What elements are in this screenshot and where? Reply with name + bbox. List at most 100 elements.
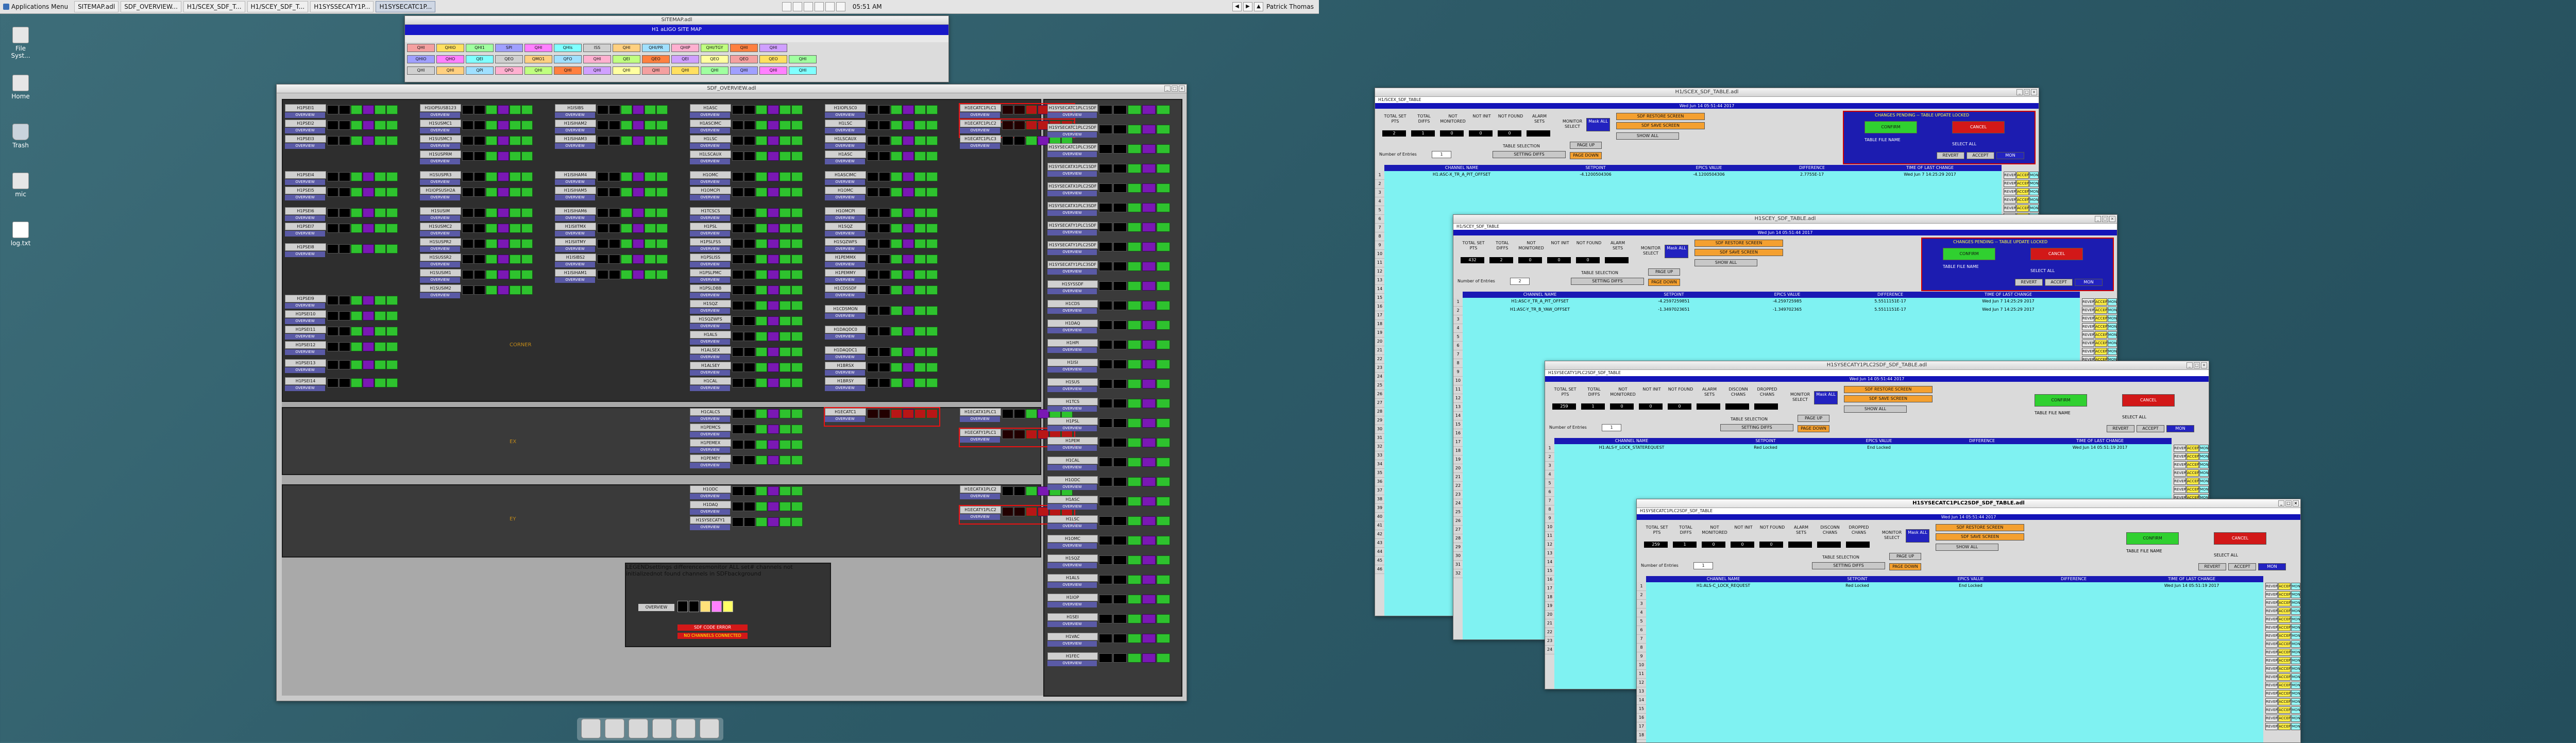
channel-overview-link[interactable]: OVERVIEW [1047,386,1097,392]
row-mon-button[interactable]: MON [2029,172,2039,179]
row-revert-button[interactable]: REVERT [2004,196,2018,204]
row-mon-button[interactable]: MON [2291,632,2300,639]
channel-name[interactable]: H1ALS [690,331,731,339]
channel-overview-link[interactable]: OVERVIEW [690,447,730,453]
select-all-accept-button[interactable]: ACCEPT [2137,425,2164,432]
restore-screen-button[interactable]: SDF RESTORE SCREEN [1694,240,1783,247]
channel-overview-link[interactable]: OVERVIEW [690,246,730,252]
row-accept-button[interactable]: ACCEPT [2278,640,2293,648]
channel-overview-link[interactable]: OVERVIEW [690,195,730,200]
channel-row[interactable]: H1PSEI3 OVERVIEW [285,135,399,153]
row-accept-button[interactable]: ACCEPT [2187,445,2201,452]
channel-overview-link[interactable]: OVERVIEW [285,318,325,324]
row-accept-button[interactable]: ACCEPT [2278,583,2293,590]
channel-row[interactable]: H1OMC OVERVIEW [690,171,804,189]
channel-row[interactable]: H1CDSSDF OVERVIEW [825,284,939,302]
channel-overview-link[interactable]: OVERVIEW [1047,269,1097,275]
channel-name[interactable]: H1LSC [1047,515,1098,523]
channel-row[interactable]: H1LSC OVERVIEW [690,135,804,153]
row-accept-button[interactable]: ACCEPT [2278,657,2293,664]
confirm-button[interactable]: CONFIRM [2035,394,2087,407]
channel-name[interactable]: H1CDSSDF [825,284,866,292]
channel-overview-link[interactable]: OVERVIEW [825,370,865,376]
channel-row[interactable]: H1SUSIM2 OVERVIEW [420,284,534,302]
channel-overview-link[interactable]: OVERVIEW [285,195,325,200]
channel-name[interactable]: H1SYSECATY1PLC1SDF [1047,222,1098,229]
row-accept-button[interactable]: ACCEPT [2278,616,2293,623]
sitemap-button[interactable]: QHI [583,55,611,63]
channel-row[interactable]: H1SQZWFS OVERVIEW [690,315,804,333]
channel-row[interactable]: H1PEMMY OVERVIEW [825,269,939,286]
row-mon-button[interactable]: MON [2291,640,2300,648]
browser-icon[interactable] [652,719,672,738]
taskbar-item[interactable]: H1SYSSECATY1P... [310,1,374,12]
channel-name[interactable]: H1ALS [1047,574,1098,582]
channel-name[interactable]: H1ISIHAM2 [555,120,596,127]
row-mon-button[interactable]: MON [2108,298,2117,306]
channel-overview-link[interactable]: OVERVIEW [555,195,595,200]
desktop-icon-mic[interactable]: mic [5,173,36,198]
row-revert-button[interactable]: REVERT [2265,583,2280,590]
channel-row[interactable]: H1SYSSDF OVERVIEW [1047,280,1176,298]
row-revert-button[interactable]: REVERT [2265,690,2280,697]
sitemap-button[interactable]: QHI/PR [642,44,670,52]
sitemap-button[interactable]: QHI [436,66,464,75]
channel-name[interactable]: H1SYSECATY1PLC2SDF [1047,241,1098,249]
channel-row[interactable]: H1SUSPRM OVERVIEW [420,150,534,168]
minimize-icon[interactable]: _ [2095,216,2101,222]
channel-overview-link[interactable]: OVERVIEW [1047,112,1097,118]
channel-name[interactable]: H1ASCIMC [690,120,731,127]
setting-diffs-select[interactable]: SETTING DIFFS [1493,151,1566,158]
sitemap-button[interactable]: QEO [730,55,758,63]
channel-name[interactable]: H1VAC [1047,633,1098,640]
channel-name[interactable]: H1CAL [1047,457,1098,464]
channel-row[interactable]: H1DAQ OVERVIEW [690,501,804,518]
row-revert-button[interactable]: REVERT [2174,445,2188,452]
minimize-icon[interactable]: _ [2016,89,2023,95]
channel-name[interactable]: H1BRSY [825,377,866,385]
channel-name[interactable]: H1PSL [690,223,731,230]
channel-name[interactable]: H1LSCAUX [825,135,866,143]
channel-overview-link[interactable]: OVERVIEW [690,324,730,329]
channel-overview-link[interactable]: OVERVIEW [825,112,865,118]
channel-row[interactable]: H1PSEI4 OVERVIEW [285,171,399,189]
channel-name[interactable]: H1PSEI2 [285,120,326,127]
taskbar-item[interactable]: SDF_OVERVIEW... [121,1,181,12]
row-revert-button[interactable]: REVERT [2265,649,2280,656]
applications-menu[interactable]: Applications Menu [0,2,71,12]
show-all-select[interactable]: SHOW ALL [1844,406,1907,413]
channel-overview-link[interactable]: OVERVIEW [1047,543,1097,549]
row-mon-button[interactable]: MON [2108,348,2117,355]
channel-row[interactable]: H1ASC OVERVIEW [690,104,804,122]
search-icon[interactable] [676,719,696,738]
channel-name[interactable]: H1PSEI4 [285,171,326,179]
folder-icon[interactable] [700,719,719,738]
row-accept-button[interactable]: ACCEPT [2187,469,2201,477]
row-revert-button[interactable]: REVERT [2265,632,2280,639]
row-accept-button[interactable]: ACCEPT [2278,723,2293,730]
row-mon-button[interactable]: MON [2291,723,2300,730]
channel-name[interactable]: H1SUSSR2 [420,254,461,261]
channel-overview-link[interactable]: OVERVIEW [555,215,595,221]
sitemap-button[interactable]: QHI [524,44,552,52]
channel-row[interactable]: H1PSLPMC OVERVIEW [690,269,804,286]
channel-name[interactable]: H1DAQ [690,501,731,509]
sitemap-button[interactable]: QEO [495,55,523,63]
row-mon-button[interactable]: MON [2199,445,2209,452]
row-accept-button[interactable]: ACCEPT [2278,624,2293,631]
channel-overview-link[interactable]: OVERVIEW [690,509,730,515]
channel-row[interactable]: H1ASCIMC OVERVIEW [690,120,804,137]
channel-row[interactable]: H1SYSECATC1PLC2SDF OVERVIEW [1047,124,1176,141]
channel-overview-link[interactable]: OVERVIEW [690,179,730,185]
workspace-1-icon[interactable] [782,2,791,11]
mask-all-button[interactable]: Mask ALL [1665,245,1688,258]
row-revert-button[interactable]: REVERT [2004,172,2018,179]
network-icon[interactable] [825,2,835,11]
channel-row[interactable]: H1ASC OVERVIEW [1047,496,1176,513]
channel-name[interactable]: H1SUS [1047,378,1098,386]
channel-overview-link[interactable]: OVERVIEW [690,416,730,422]
forward-icon[interactable]: ▶ [1243,2,1253,11]
row-accept-button[interactable]: ACCEPT [2095,323,2109,330]
channel-overview-link[interactable]: OVERVIEW [960,514,1000,520]
channel-name[interactable]: H1ODC [690,485,731,493]
